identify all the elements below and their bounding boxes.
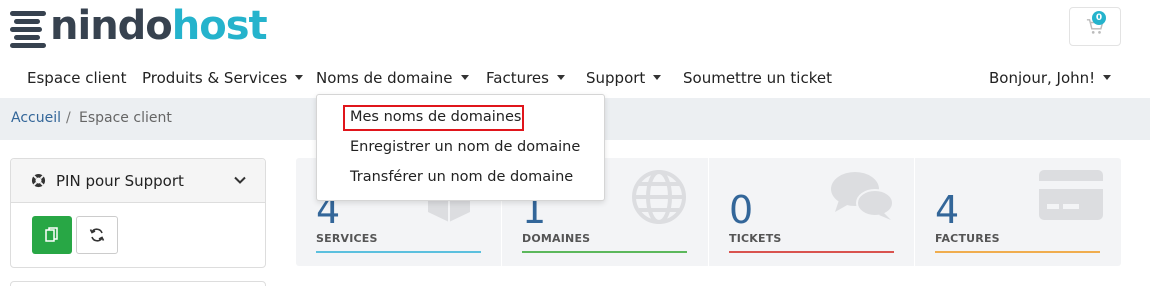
caret-down-icon bbox=[653, 75, 662, 80]
refresh-pin-button[interactable] bbox=[76, 216, 118, 254]
domains-dropdown-menu: Mes noms de domaines Enregistrer un nom … bbox=[316, 94, 605, 201]
pin-support-panel: PIN pour Support bbox=[10, 158, 266, 268]
globe-icon bbox=[632, 170, 686, 224]
stat-label: SERVICES bbox=[316, 232, 378, 245]
dropdown-item-enregistrer-domaine[interactable]: Enregistrer un nom de domaine bbox=[350, 139, 580, 155]
stat-label: FACTURES bbox=[935, 232, 1000, 245]
dropdown-item-mes-domaines[interactable]: Mes noms de domaines bbox=[350, 109, 521, 125]
breadcrumb-home-link[interactable]: Accueil bbox=[11, 110, 61, 126]
stat-underline bbox=[522, 251, 687, 253]
caret-down-icon bbox=[460, 75, 469, 80]
cart-count-badge: 0 bbox=[1092, 11, 1106, 25]
breadcrumb-current: Espace client bbox=[79, 110, 172, 126]
lifebuoy-icon bbox=[31, 173, 46, 188]
stat-label: TICKETS bbox=[729, 232, 782, 245]
stat-label: DOMAINES bbox=[522, 232, 591, 245]
stat-underline bbox=[316, 251, 481, 253]
copy-icon bbox=[45, 227, 58, 242]
cart-button[interactable]: 0 bbox=[1069, 7, 1121, 46]
stat-tile-factures[interactable]: 4 FACTURES bbox=[915, 158, 1121, 266]
logo-stripes-icon bbox=[10, 6, 48, 48]
nav-produits-services[interactable]: Produits & Services bbox=[142, 69, 304, 87]
stat-value: 4 bbox=[935, 188, 960, 232]
breadcrumb-separator: / bbox=[66, 110, 71, 126]
nav-factures[interactable]: Factures bbox=[486, 69, 565, 87]
nav-label: Soumettre un ticket bbox=[683, 69, 832, 87]
nav-label: Noms de domaine bbox=[316, 69, 453, 87]
stat-value: 0 bbox=[729, 188, 754, 232]
nav-espace-client[interactable]: Espace client bbox=[27, 69, 126, 87]
caret-down-icon bbox=[295, 75, 304, 80]
comments-icon bbox=[831, 172, 894, 220]
main-nav: Espace client Produits & Services Noms d… bbox=[0, 64, 1150, 96]
brand-name-part2: host bbox=[171, 3, 268, 49]
caret-down-icon bbox=[1103, 75, 1112, 80]
nav-user-menu[interactable]: Bonjour, John! bbox=[989, 69, 1112, 87]
pin-panel-header[interactable]: PIN pour Support bbox=[11, 159, 265, 203]
stat-underline bbox=[729, 251, 894, 253]
brand-logo[interactable]: nindohost bbox=[10, 3, 268, 49]
secondary-panel bbox=[10, 281, 266, 286]
brand-name: nindohost bbox=[50, 3, 268, 49]
credit-card-icon bbox=[1039, 170, 1103, 220]
nav-label: Support bbox=[586, 69, 646, 87]
refresh-icon bbox=[89, 228, 105, 242]
caret-down-icon bbox=[556, 75, 565, 80]
nav-label: Produits & Services bbox=[142, 69, 288, 87]
copy-pin-button[interactable] bbox=[32, 216, 72, 254]
nav-support[interactable]: Support bbox=[586, 69, 662, 87]
nav-soumettre-ticket[interactable]: Soumettre un ticket bbox=[683, 69, 832, 87]
nav-noms-de-domaine[interactable]: Noms de domaine bbox=[316, 69, 469, 87]
brand-name-part1: nindo bbox=[50, 3, 173, 49]
nav-label: Factures bbox=[486, 69, 549, 87]
stat-underline bbox=[935, 251, 1100, 253]
user-greeting: Bonjour, John! bbox=[989, 69, 1096, 87]
stat-tile-tickets[interactable]: 0 TICKETS bbox=[709, 158, 914, 266]
chevron-down-icon[interactable] bbox=[233, 173, 247, 187]
dropdown-item-transferer-domaine[interactable]: Transférer un nom de domaine bbox=[350, 169, 573, 185]
nav-label: Espace client bbox=[27, 69, 127, 87]
pin-panel-title: PIN pour Support bbox=[56, 171, 184, 190]
